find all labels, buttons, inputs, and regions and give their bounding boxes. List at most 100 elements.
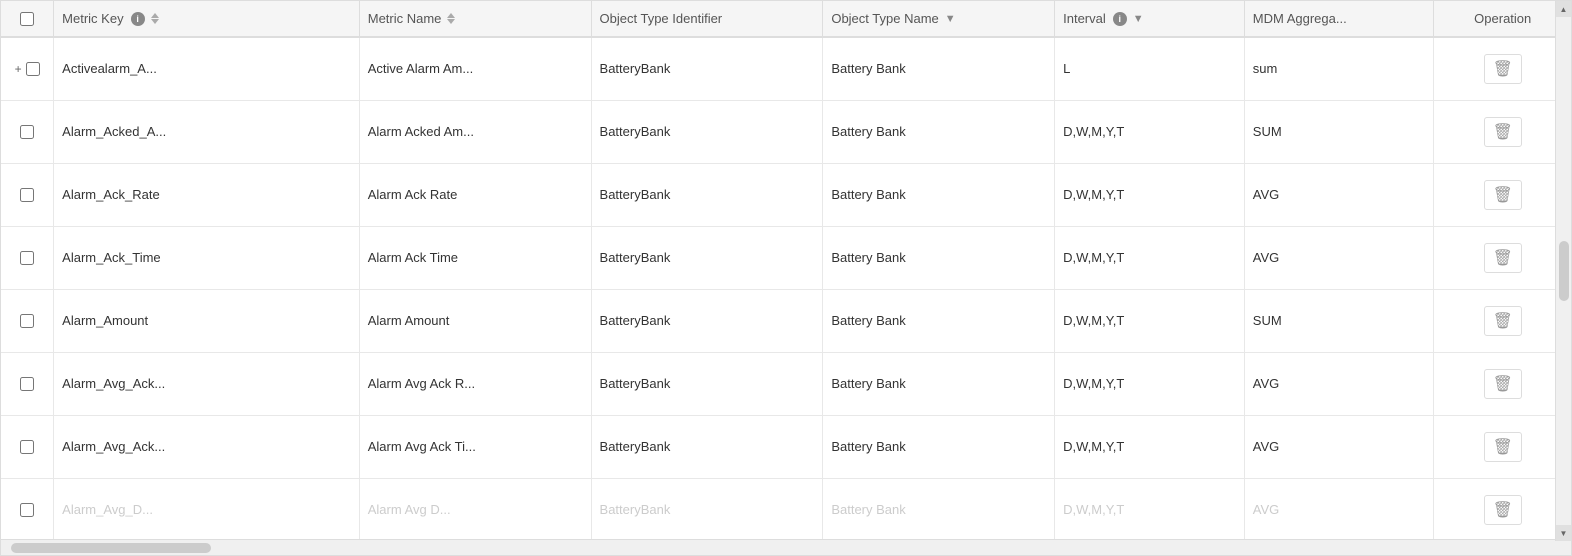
scroll-up-arrow[interactable]: ▲ — [1556, 1, 1572, 17]
row-checkbox[interactable] — [20, 314, 34, 328]
interval-cell: D,W,M,Y,T — [1055, 289, 1245, 352]
select-all-checkbox[interactable] — [20, 12, 34, 26]
delete-button[interactable]: 🗑 — [1484, 306, 1522, 336]
operation-cell: 🗑 — [1434, 352, 1571, 415]
delete-button[interactable]: 🗑 — [1484, 495, 1522, 525]
operation-cell: 🗑 — [1434, 478, 1571, 539]
metric-key-cell: Alarm_Avg_Ack... — [54, 415, 360, 478]
row-checkbox[interactable] — [20, 503, 34, 517]
object-type-name-cell: Battery Bank — [823, 478, 1055, 539]
metric-name-cell: Alarm Ack Rate — [359, 163, 591, 226]
row-checkbox[interactable] — [26, 62, 40, 76]
metric-name-sort-icon[interactable] — [447, 13, 455, 24]
table-row: Alarm_AmountAlarm AmountBatteryBankBatte… — [1, 289, 1571, 352]
row-checkbox[interactable] — [20, 188, 34, 202]
table-row: +Activealarm_A...Active Alarm Am...Batte… — [1, 37, 1571, 100]
object-type-name-cell: Battery Bank — [823, 352, 1055, 415]
expand-icon[interactable]: + — [15, 62, 22, 76]
metric-name-cell: Alarm Ack Time — [359, 226, 591, 289]
metric-key-cell: Activealarm_A... — [54, 37, 360, 100]
metric-name-cell: Alarm Avg Ack R... — [359, 352, 591, 415]
metric-key-label: Metric Key — [62, 11, 123, 26]
mdm-aggregate-header: MDM Aggrega... — [1244, 1, 1434, 37]
metric-name-cell: Alarm Amount — [359, 289, 591, 352]
mdm-aggregate-cell: AVG — [1244, 163, 1434, 226]
mdm-aggregate-cell: AVG — [1244, 226, 1434, 289]
table-row: Alarm_Acked_A...Alarm Acked Am...Battery… — [1, 100, 1571, 163]
row-checkbox-cell — [1, 226, 54, 289]
object-type-identifier-cell: BatteryBank — [591, 289, 823, 352]
interval-cell: D,W,M,Y,T — [1055, 100, 1245, 163]
metric-name-cell: Alarm Acked Am... — [359, 100, 591, 163]
row-checkbox-cell — [1, 100, 54, 163]
delete-button[interactable]: 🗑 — [1484, 54, 1522, 84]
object-type-identifier-cell: BatteryBank — [591, 352, 823, 415]
row-checkbox[interactable] — [20, 440, 34, 454]
object-type-name-cell: Battery Bank — [823, 226, 1055, 289]
delete-button[interactable]: 🗑 — [1484, 243, 1522, 273]
object-type-name-cell: Battery Bank — [823, 37, 1055, 100]
row-checkbox-cell — [1, 289, 54, 352]
table-row: Alarm_Ack_TimeAlarm Ack TimeBatteryBankB… — [1, 226, 1571, 289]
object-type-name-cell: Battery Bank — [823, 289, 1055, 352]
data-table: Metric Key i Metric — [0, 0, 1572, 556]
mdm-aggregate-cell: SUM — [1244, 289, 1434, 352]
operation-label: Operation — [1474, 11, 1531, 26]
row-checkbox[interactable] — [20, 251, 34, 265]
metric-name-cell: Alarm Avg Ack Ti... — [359, 415, 591, 478]
operation-cell: 🗑 — [1434, 289, 1571, 352]
operation-cell: 🗑 — [1434, 415, 1571, 478]
vertical-scrollbar-thumb[interactable] — [1559, 241, 1569, 301]
delete-button[interactable]: 🗑 — [1484, 369, 1522, 399]
mdm-aggregate-cell: sum — [1244, 37, 1434, 100]
metric-key-info-icon: i — [131, 12, 145, 26]
metric-key-cell: Alarm_Avg_Ack... — [54, 352, 360, 415]
metric-key-cell: Alarm_Amount — [54, 289, 360, 352]
metric-key-cell: Alarm_Acked_A... — [54, 100, 360, 163]
row-checkbox-cell: + — [1, 37, 54, 100]
row-checkbox-cell — [1, 478, 54, 539]
delete-button[interactable]: 🗑 — [1484, 180, 1522, 210]
mdm-aggregate-cell: AVG — [1244, 352, 1434, 415]
object-type-identifier-cell: BatteryBank — [591, 226, 823, 289]
object-type-name-filter-icon[interactable]: ▼ — [945, 13, 956, 25]
interval-header: Interval i ▼ — [1055, 1, 1245, 37]
operation-cell: 🗑 — [1434, 37, 1571, 100]
delete-button[interactable]: 🗑 — [1484, 117, 1522, 147]
mdm-aggregate-label: MDM Aggrega... — [1253, 11, 1347, 26]
horizontal-scrollbar[interactable] — [1, 539, 1571, 555]
row-checkbox[interactable] — [20, 377, 34, 391]
object-type-identifier-label: Object Type Identifier — [600, 11, 723, 26]
object-type-name-cell: Battery Bank — [823, 415, 1055, 478]
table-row: Alarm_Avg_D...Alarm Avg D...BatteryBankB… — [1, 478, 1571, 539]
metric-key-cell: Alarm_Ack_Time — [54, 226, 360, 289]
object-type-identifier-cell: BatteryBank — [591, 100, 823, 163]
delete-button[interactable]: 🗑 — [1484, 432, 1522, 462]
interval-cell: L — [1055, 37, 1245, 100]
object-type-identifier-cell: BatteryBank — [591, 415, 823, 478]
interval-cell: D,W,M,Y,T — [1055, 352, 1245, 415]
vertical-scrollbar[interactable]: ▲ ▼ — [1555, 1, 1571, 541]
object-type-name-label: Object Type Name — [831, 11, 938, 26]
interval-cell: D,W,M,Y,T — [1055, 163, 1245, 226]
object-type-name-header: Object Type Name ▼ — [823, 1, 1055, 37]
interval-filter-icon[interactable]: ▼ — [1133, 13, 1144, 25]
metric-key-sort-icon[interactable] — [151, 13, 159, 24]
table-scroll-area[interactable]: Metric Key i Metric — [1, 1, 1571, 539]
object-type-identifier-header: Object Type Identifier — [591, 1, 823, 37]
mdm-aggregate-cell: SUM — [1244, 100, 1434, 163]
metric-key-cell: Alarm_Ack_Rate — [54, 163, 360, 226]
interval-label: Interval — [1063, 11, 1106, 26]
table-row: Alarm_Ack_RateAlarm Ack RateBatteryBankB… — [1, 163, 1571, 226]
checkbox-header — [1, 1, 54, 37]
mdm-aggregate-cell: AVG — [1244, 478, 1434, 539]
row-checkbox[interactable] — [20, 125, 34, 139]
row-checkbox-cell — [1, 415, 54, 478]
operation-header: Operation — [1434, 1, 1571, 37]
horizontal-scrollbar-thumb[interactable] — [11, 543, 211, 553]
object-type-identifier-cell: BatteryBank — [591, 163, 823, 226]
operation-cell: 🗑 — [1434, 163, 1571, 226]
object-type-name-cell: Battery Bank — [823, 100, 1055, 163]
scroll-down-arrow[interactable]: ▼ — [1556, 525, 1572, 541]
metric-name-header: Metric Name — [359, 1, 591, 37]
